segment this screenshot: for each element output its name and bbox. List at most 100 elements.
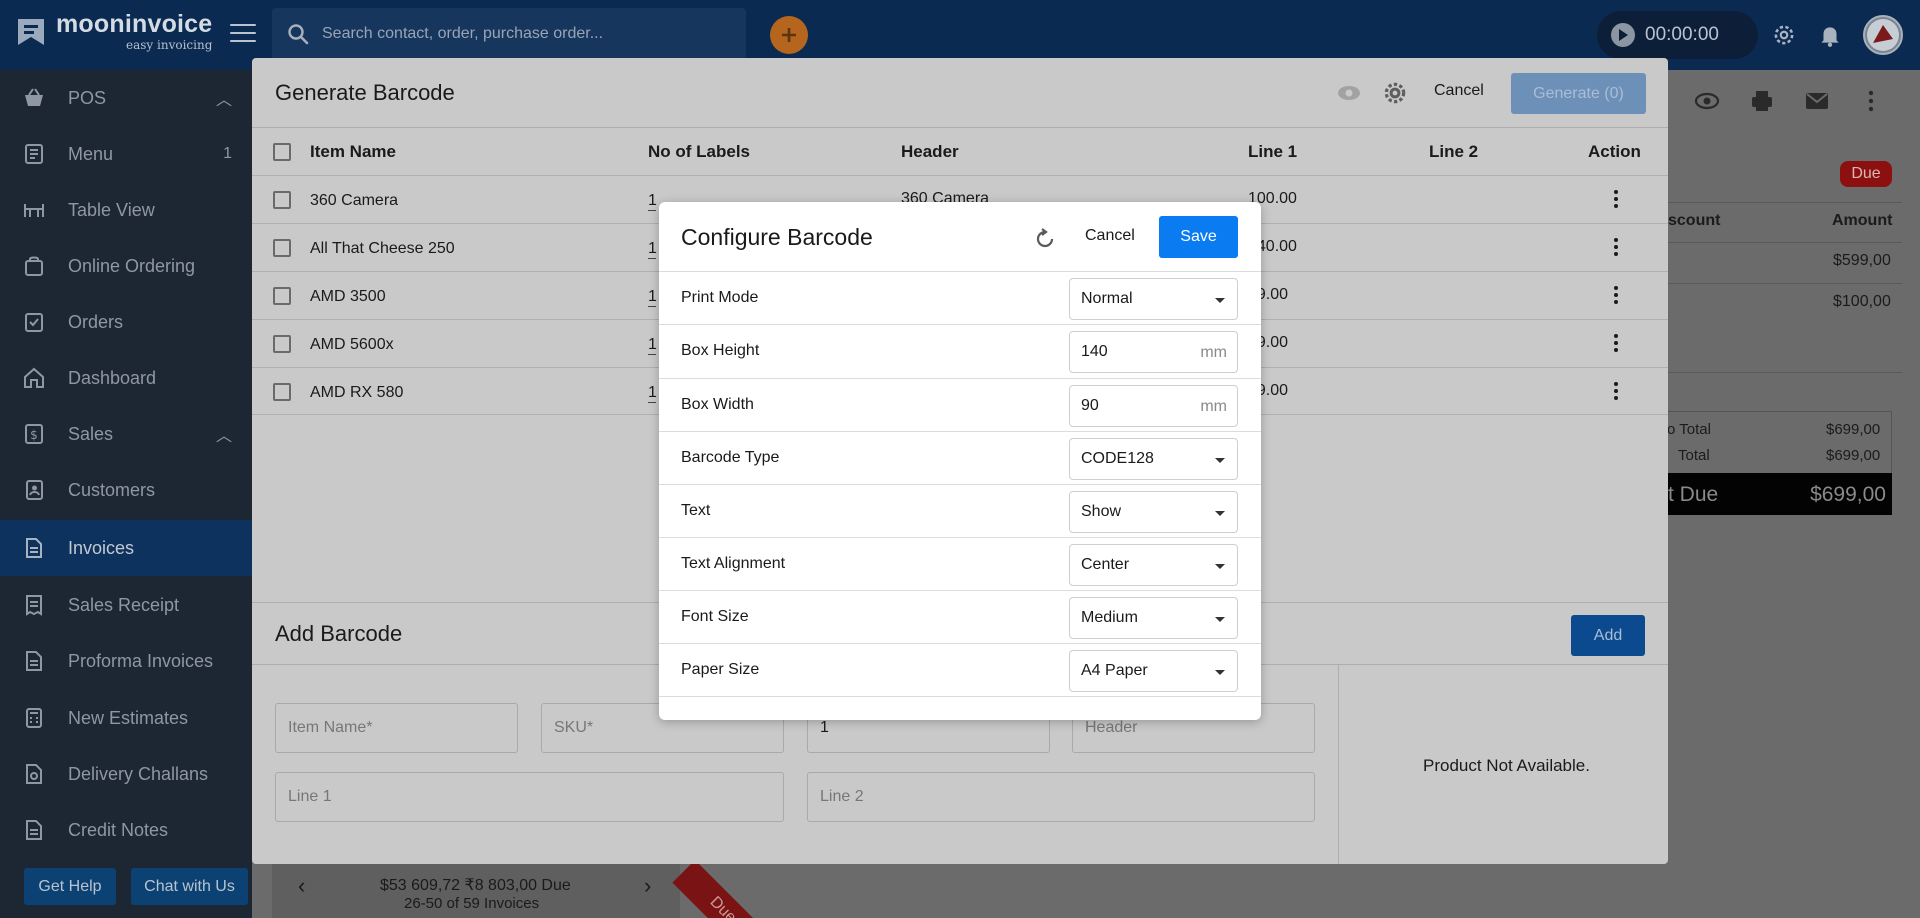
search-input[interactable] — [322, 25, 722, 43]
cancel-button[interactable]: Cancel — [1085, 227, 1135, 245]
due-ribbon: Due — [672, 860, 773, 918]
add-button[interactable]: Add — [1571, 615, 1645, 656]
line2-field[interactable]: Line 2 — [807, 772, 1315, 822]
print-mode-row: Print Mode Normal — [659, 271, 1261, 324]
eye-icon[interactable] — [1336, 82, 1362, 104]
divider — [1667, 242, 1902, 243]
item-name: AMD 3500 — [310, 288, 386, 305]
chevron-up-icon[interactable]: ︿ — [216, 86, 232, 110]
total-label: Total — [1678, 447, 1710, 464]
line-amount: $100,00 — [1833, 293, 1891, 310]
sidebar-item-sales-receipt[interactable]: Sales Receipt — [0, 577, 252, 633]
font-size-row: Font Size Medium — [659, 590, 1261, 643]
app-logo[interactable]: mooninvoice easy invoicing — [14, 12, 212, 51]
app-tagline: easy invoicing — [126, 38, 213, 52]
sidebar-item-customers[interactable]: Customers — [0, 462, 252, 518]
sidebar-item-sales[interactable]: $ Sales ︿ — [0, 406, 252, 462]
selected-value: A4 Paper — [1081, 662, 1148, 679]
more-vertical-icon[interactable] — [1614, 238, 1618, 256]
sidebar-item-label: Credit Notes — [68, 819, 169, 840]
labels-input[interactable]: 1 — [648, 336, 657, 355]
select-all-checkbox[interactable] — [273, 143, 291, 161]
cancel-button[interactable]: Cancel — [1434, 82, 1484, 100]
user-avatar[interactable] — [1863, 15, 1903, 55]
pagination-bar: ‹ $53 609,72 ₹8 803,00 Due 26-50 of 59 I… — [272, 855, 680, 918]
caret-down-icon — [1215, 511, 1225, 516]
text-alignment-select[interactable]: Center — [1069, 544, 1238, 586]
save-button[interactable]: Save — [1159, 216, 1238, 258]
sidebar-item-proforma-invoices[interactable]: Proforma Invoices — [0, 633, 252, 689]
selected-value: Medium — [1081, 609, 1138, 626]
document-icon — [26, 651, 42, 671]
line1-field[interactable]: Line 1 — [275, 772, 784, 822]
labels-input[interactable]: 1 — [648, 384, 657, 403]
box-width-input[interactable]: 90 mm — [1069, 385, 1238, 427]
field-label: Box Width — [681, 396, 754, 413]
get-help-button[interactable]: Get Help — [24, 868, 116, 905]
caret-down-icon — [1215, 458, 1225, 463]
more-vertical-icon[interactable] — [1614, 190, 1618, 208]
more-vertical-icon[interactable] — [1614, 334, 1618, 352]
font-size-select[interactable]: Medium — [1069, 597, 1238, 639]
row-checkbox[interactable] — [273, 335, 291, 353]
sidebar-item-label: Proforma Invoices — [68, 650, 214, 671]
play-icon[interactable] — [1611, 23, 1635, 47]
sidebar-item-new-estimates[interactable]: New Estimates — [0, 690, 252, 746]
amount-due-bar: t Due $699,00 — [1664, 473, 1892, 515]
sidebar-item-menu[interactable]: Menu 1 — [0, 126, 252, 182]
barcode-preview-message: Product Not Available. — [1423, 756, 1590, 775]
more-vertical-icon[interactable] — [1858, 88, 1884, 114]
more-vertical-icon[interactable] — [1614, 382, 1618, 400]
selected-value: Show — [1081, 503, 1122, 520]
more-vertical-icon[interactable] — [1614, 286, 1618, 304]
row-checkbox[interactable] — [273, 191, 291, 209]
generate-button[interactable]: Generate (0) — [1511, 73, 1646, 114]
column-header-amount: Amount — [1832, 212, 1893, 229]
labels-input[interactable]: 1 — [648, 192, 657, 211]
receipt-icon — [26, 595, 42, 616]
paper-size-select[interactable]: A4 Paper — [1069, 650, 1238, 692]
document-icon — [26, 820, 42, 840]
sidebar-item-delivery-challans[interactable]: Delivery Challans — [0, 746, 252, 802]
row-checkbox[interactable] — [273, 383, 291, 401]
item-name-field[interactable]: Item Name* — [275, 703, 518, 753]
chevron-up-icon[interactable]: ︿ — [216, 422, 232, 446]
sidebar-item-online-ordering[interactable]: Online Ordering — [0, 238, 252, 294]
next-page-icon[interactable]: › — [644, 873, 651, 899]
print-mode-select[interactable]: Normal — [1069, 278, 1238, 320]
barcode-type-select[interactable]: CODE128 — [1069, 438, 1238, 480]
sidebar-item-label: Orders — [68, 311, 124, 332]
labels-input[interactable]: 1 — [648, 288, 657, 307]
sidebar-item-label: New Estimates — [68, 707, 189, 728]
prev-page-icon[interactable]: ‹ — [298, 873, 305, 899]
sidebar-item-invoices[interactable]: Invoices — [0, 520, 252, 576]
mail-icon[interactable] — [1804, 88, 1830, 114]
chat-button[interactable]: Chat with Us — [131, 868, 248, 905]
search-bar[interactable] — [272, 8, 746, 60]
row-checkbox[interactable] — [273, 287, 291, 305]
input-value: 90 — [1081, 397, 1099, 414]
row-checkbox[interactable] — [273, 239, 291, 257]
sidebar-item-dashboard[interactable]: Dashboard — [0, 350, 252, 406]
time-tracker[interactable]: 00:00:00 — [1597, 11, 1758, 59]
menu-count-badge: 1 — [223, 145, 232, 162]
item-name: AMD 5600x — [310, 336, 394, 353]
quick-add-button[interactable] — [770, 16, 808, 54]
reset-icon[interactable] — [1032, 226, 1058, 252]
pagination-totals: $53 609,72 ₹8 803,00 Due — [380, 877, 571, 894]
gear-icon[interactable] — [1771, 22, 1797, 48]
sidebar-item-table-view[interactable]: Table View — [0, 182, 252, 238]
gear-icon[interactable] — [1382, 80, 1408, 106]
field-label: Font Size — [681, 608, 749, 625]
sidebar-item-pos[interactable]: POS ︿ — [0, 70, 252, 126]
box-height-input[interactable]: 140 mm — [1069, 331, 1238, 373]
hamburger-menu-icon[interactable] — [230, 24, 256, 46]
sidebar-item-orders[interactable]: Orders — [0, 294, 252, 350]
bell-icon[interactable] — [1817, 22, 1843, 48]
eye-icon[interactable] — [1694, 88, 1720, 114]
print-icon[interactable] — [1749, 88, 1775, 114]
svg-text:$: $ — [30, 428, 38, 442]
input-value: 140 — [1081, 343, 1108, 360]
labels-input[interactable]: 1 — [648, 240, 657, 259]
text-select[interactable]: Show — [1069, 491, 1238, 533]
